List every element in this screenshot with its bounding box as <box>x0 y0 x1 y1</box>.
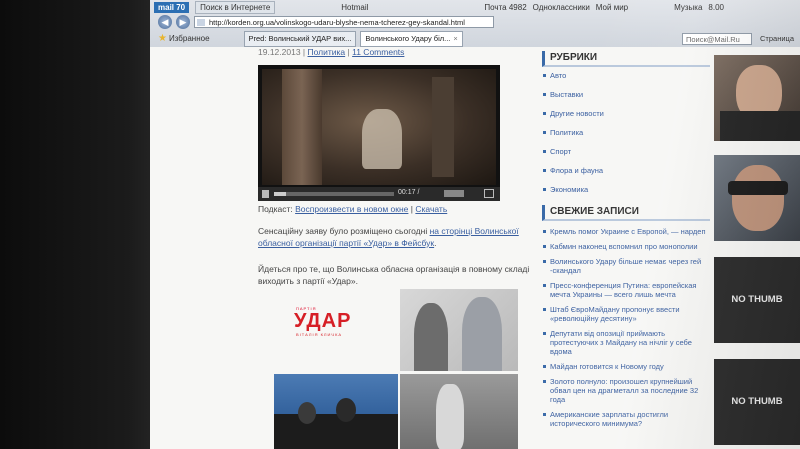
paragraph-text: . <box>434 238 437 248</box>
video-progress[interactable] <box>274 192 394 196</box>
video-controls: 00:17 / <box>258 187 500 201</box>
web-page: 19.12.2013 | Политика | 11 Comments 00:1… <box>150 47 800 449</box>
rubrics-title: РУБРИКИ <box>542 51 710 67</box>
thumbnail-image[interactable] <box>714 55 800 141</box>
news-count: 8.00 <box>708 2 724 12</box>
hotmail-link[interactable]: Hotmail <box>341 3 368 12</box>
separator: | <box>410 204 413 214</box>
article-meta: 19.12.2013 | Политика | 11 Comments <box>258 47 404 57</box>
sidebar-link[interactable]: Американские зарплаты достигли историчес… <box>542 410 707 428</box>
article-paragraph: Сенсаційну заяву було розміщено сьогодні… <box>258 225 553 249</box>
search-input[interactable]: Поиск@Mail.Ru <box>682 32 752 45</box>
sidebar-link[interactable]: Выставки <box>542 90 707 99</box>
recent-posts-list: Кремль помог Украине с Европой, — нардеп… <box>542 227 707 434</box>
photo-figure <box>336 398 356 422</box>
sidebar-link[interactable]: Другие новости <box>542 109 707 118</box>
video-progress-fill <box>274 192 286 196</box>
separator: | <box>347 47 350 57</box>
close-icon[interactable]: × <box>453 34 457 43</box>
article-paragraph: Йдеться про те, що Волинська обласна орг… <box>258 264 530 286</box>
mail-count[interactable]: Почта 4982 <box>484 3 526 12</box>
video-scene <box>282 69 322 185</box>
sidebar-link[interactable]: Спорт <box>542 147 707 156</box>
photo-figure <box>728 181 788 195</box>
sidebar-link[interactable]: Депутати від опозиції приймають протесту… <box>542 329 707 356</box>
video-player[interactable]: 00:17 / <box>258 65 500 201</box>
sidebar-link[interactable]: Политика <box>542 128 707 137</box>
podcast-play-link[interactable]: Воспроизвести в новом окне <box>295 204 408 214</box>
photo-figure <box>720 111 800 141</box>
photo-figure <box>298 402 316 424</box>
category-link[interactable]: Политика <box>308 47 346 57</box>
sidebar-link[interactable]: Авто <box>542 71 707 80</box>
favorites-button[interactable]: ★ Избранное <box>158 33 210 44</box>
comments-link[interactable]: 11 Comments <box>352 47 404 57</box>
toolbar-top: mail 70 Поиск в Интернете Hotmail Почта … <box>150 0 800 14</box>
photo-figure <box>436 384 464 449</box>
logo-main-text: УДАР <box>294 310 352 332</box>
mymir-link[interactable]: Мой мир <box>596 3 628 12</box>
thumbnail-image[interactable] <box>714 155 800 241</box>
podcast-line: Подкаст: Воспроизвести в новом окне | Ск… <box>258 204 447 214</box>
separator: | <box>302 47 306 57</box>
article-date: 19.12.2013 <box>258 47 301 57</box>
sidebar: РУБРИКИ Авто Выставки Другие новости Полити… <box>542 47 714 449</box>
monitor-bezel <box>0 0 160 449</box>
sidebar-link[interactable]: Майдан готовится к Новому году <box>542 362 707 371</box>
video-scene <box>362 109 402 169</box>
sidebar-link[interactable]: Кремль помог Украине с Европой, — нардеп <box>542 227 707 236</box>
tab-label: Волинського Удару біл... <box>365 33 451 43</box>
recent-posts-title: СВЕЖИЕ ЗАПИСИ <box>542 205 710 221</box>
page-menu[interactable]: Страница <box>760 34 794 43</box>
sidebar-link[interactable]: Кабмин наконец вспомнил про монополии <box>542 242 707 251</box>
podcast-label: Подкаст: <box>258 204 293 214</box>
tab-label: Pred: Волинський УДАР вих... <box>248 33 352 43</box>
sidebar-link[interactable]: Экономика <box>542 185 707 194</box>
photo-figure <box>274 414 398 449</box>
address-bar[interactable]: http://korden.org.ua/volinskogo-udaru-bl… <box>194 16 494 28</box>
tabs-row: ★ Избранное Pred: Волинський УДАР вих...… <box>150 30 800 47</box>
sidebar-link[interactable]: Штаб ЄвроМайдану пропонує ввести «револю… <box>542 305 707 323</box>
favicon-icon <box>197 19 205 26</box>
no-thumb-placeholder[interactable]: NO THUMB <box>714 257 800 343</box>
play-icon[interactable] <box>262 190 269 198</box>
no-thumb-placeholder[interactable]: NO THUMB <box>714 359 800 445</box>
url-text: http://korden.org.ua/volinskogo-udaru-bl… <box>209 18 465 27</box>
tab-pred[interactable]: Pred: Волинський УДАР вих... <box>243 30 357 47</box>
photo-rally <box>274 374 398 449</box>
paragraph-text: Сенсаційну заяву було розміщено сьогодні <box>258 226 430 236</box>
search-internet-tab[interactable]: Поиск в Интернете <box>195 0 276 14</box>
odnoklassniki-link[interactable]: Одноклассники <box>533 3 590 12</box>
photo-scene <box>400 374 518 449</box>
podcast-download-link[interactable]: Скачать <box>415 204 447 214</box>
favorites-label: Избранное <box>168 34 210 43</box>
rubrics-list: Авто Выставки Другие новости Политика Спорт Ф… <box>542 71 707 204</box>
sidebar-link[interactable]: Золото полнуло: произошел крупнейший обв… <box>542 377 707 404</box>
sidebar-link[interactable]: Флора и фауна <box>542 166 707 175</box>
star-icon: ★ <box>158 33 167 44</box>
forward-icon[interactable]: ▶ <box>176 15 190 29</box>
video-time: 00:17 / <box>398 189 420 196</box>
sidebar-link[interactable]: Волинського Удару більше немає через гей… <box>542 257 707 275</box>
photo-figure <box>414 303 448 371</box>
thumbnail-column: NO THUMB NO THUMB <box>710 47 800 449</box>
browser-screen: mail 70 Поиск в Интернете Hotmail Почта … <box>150 0 800 449</box>
back-icon[interactable]: ◀ <box>158 15 172 29</box>
udar-logo: ПАРТІЯ УДАР ВІТАЛІЯ КЛИЧКА <box>262 290 390 368</box>
photo-politicians <box>400 289 518 371</box>
video-frame[interactable] <box>262 69 496 185</box>
video-scene <box>432 77 454 177</box>
music-link[interactable]: Музыка <box>674 3 702 12</box>
mail-brand[interactable]: mail 70 <box>154 1 190 13</box>
address-row: ◀ ▶ http://korden.org.ua/volinskogo-udar… <box>150 14 800 30</box>
volume-icon[interactable] <box>444 190 464 197</box>
photo-figure <box>462 297 502 371</box>
photo-figure <box>732 165 784 231</box>
fullscreen-icon[interactable] <box>484 189 494 198</box>
tab-current[interactable]: Волинського Удару біл... × <box>360 30 463 47</box>
logo-sub-text: ВІТАЛІЯ КЛИЧКА <box>296 332 343 337</box>
sidebar-link[interactable]: Пресс-конференция Путина: европейская ме… <box>542 281 707 299</box>
